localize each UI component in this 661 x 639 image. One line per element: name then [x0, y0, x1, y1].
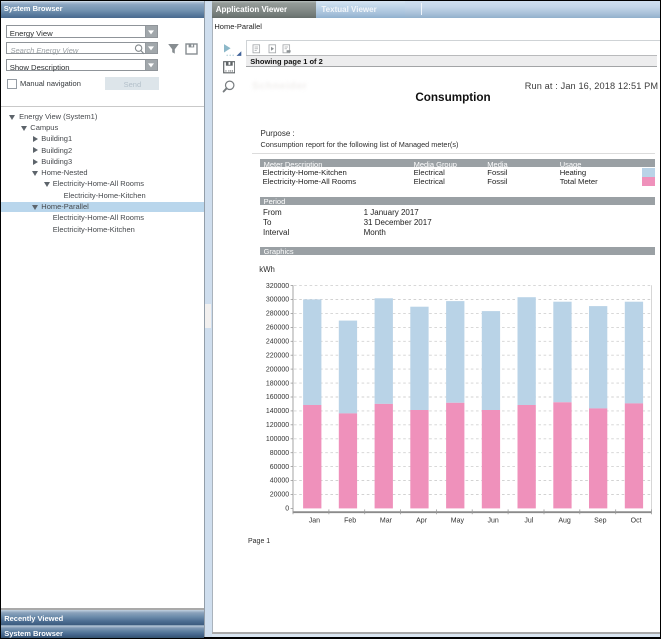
svg-text:20000: 20000 — [270, 492, 290, 499]
svg-text:Mar: Mar — [380, 518, 393, 525]
svg-text:260000: 260000 — [266, 325, 289, 332]
svg-text:160000: 160000 — [266, 394, 289, 401]
svg-text:Jan: Jan — [309, 518, 320, 525]
svg-text:Aug: Aug — [558, 518, 571, 525]
svg-text:220000: 220000 — [266, 352, 289, 359]
svg-text:40000: 40000 — [270, 478, 290, 485]
svg-text:240000: 240000 — [266, 339, 289, 346]
svg-text:0: 0 — [285, 506, 289, 513]
svg-text:180000: 180000 — [266, 380, 289, 387]
svg-text:Sep: Sep — [594, 518, 607, 525]
svg-text:120000: 120000 — [266, 422, 289, 429]
svg-text:Jul: Jul — [524, 518, 533, 525]
svg-text:Apr: Apr — [416, 518, 428, 525]
svg-text:320000: 320000 — [266, 283, 289, 290]
svg-text:200000: 200000 — [266, 366, 289, 373]
svg-text:140000: 140000 — [266, 408, 289, 415]
svg-text:Feb: Feb — [344, 518, 356, 525]
svg-text:May: May — [451, 518, 465, 525]
svg-text:Jun: Jun — [487, 518, 498, 525]
svg-text:80000: 80000 — [270, 450, 290, 457]
svg-text:60000: 60000 — [270, 464, 290, 471]
svg-text:Oct: Oct — [631, 518, 642, 525]
svg-text:280000: 280000 — [266, 311, 289, 318]
svg-text:300000: 300000 — [266, 297, 289, 304]
svg-text:100000: 100000 — [266, 436, 289, 443]
